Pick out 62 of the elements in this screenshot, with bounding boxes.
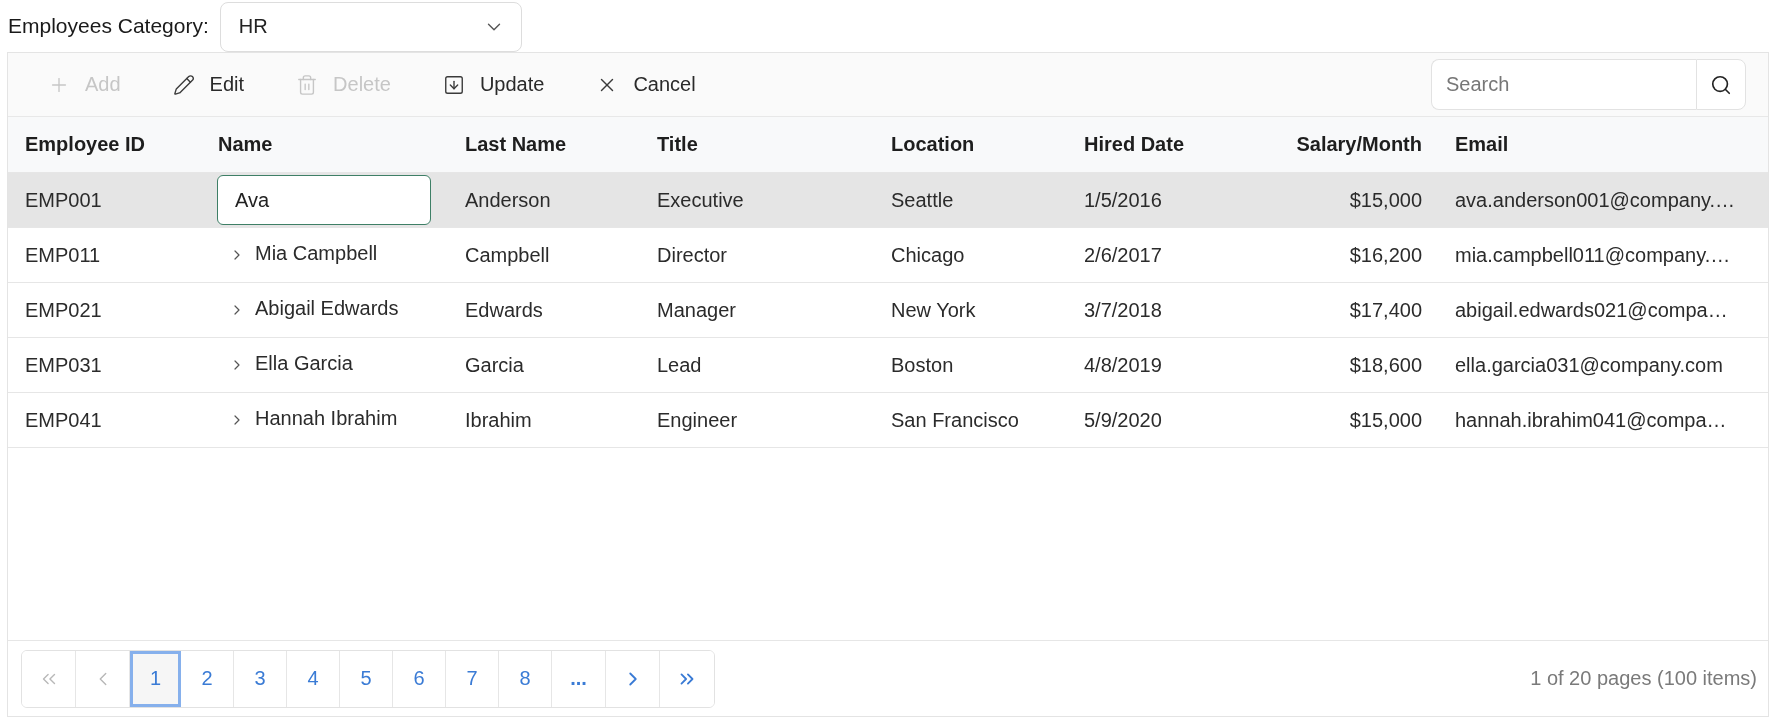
table-cell-text: Executive [656, 187, 745, 213]
employee-name: Mia Campbell [255, 241, 378, 265]
table-cell-text: EMP001 [24, 187, 103, 213]
table-cell-text: $15,000 [1348, 187, 1423, 213]
table-cell-text: EMP041 [24, 407, 103, 433]
table-cell-text: ella.garcia031@company.com [1454, 352, 1724, 378]
employee-name: Ella Garcia [255, 351, 353, 375]
table-cell-text: Ibrahim [464, 407, 533, 433]
pencil-icon [172, 73, 195, 96]
column-header[interactable]: Last Name [448, 117, 640, 172]
table-cell-text: Campbell [464, 242, 551, 268]
column-header[interactable]: Email [1438, 117, 1768, 172]
edit-button[interactable]: Edit [146, 62, 271, 107]
search-field[interactable]: Search [1431, 59, 1696, 110]
employee-name: Abigail Edwards [255, 296, 399, 320]
table-cell-text: New York [890, 297, 977, 323]
employee-name: Hannah Ibrahim [255, 406, 398, 430]
table-cell-text: Chicago [890, 242, 966, 268]
table-cell-text: Manager [656, 297, 737, 323]
column-header[interactable]: Employee ID [8, 117, 201, 172]
table-cell-text: abigail.edwards021@compa… [1454, 297, 1729, 323]
table-cell-text: $18,600 [1348, 352, 1423, 378]
table-cell-text: Anderson [464, 187, 552, 213]
table-cell-text: Boston [890, 352, 955, 378]
square-arrow-down-icon [442, 73, 465, 96]
table-cell-text: 3/7/2018 [1083, 297, 1163, 323]
table-cell-text: $17,400 [1348, 297, 1423, 323]
table-cell-text: hannah.ibrahim041@compa… [1454, 407, 1728, 433]
table-cell-text: Seattle [890, 187, 955, 213]
search-icon [1710, 73, 1732, 96]
trash-icon [296, 73, 319, 96]
category-dropdown[interactable]: HR [219, 1, 522, 52]
table-cell-text: EMP021 [24, 297, 103, 323]
page-button[interactable]: 1 [130, 650, 181, 707]
table-cell-text: Garcia [464, 352, 525, 378]
table-cell-text: 1/5/2016 [1083, 187, 1163, 213]
table-cell-text: EMP011 [24, 242, 102, 268]
filter-label: Employees Category: [8, 14, 209, 38]
column-header[interactable]: Location [874, 117, 1067, 172]
table-cell-text: San Francisco [890, 407, 1020, 433]
table-cell-text: 2/6/2017 [1083, 242, 1163, 268]
column-header[interactable]: Salary/Month [1250, 117, 1438, 172]
table-cell-text: ava.anderson001@company.… [1454, 187, 1737, 213]
table-cell-text: $15,000 [1348, 407, 1423, 433]
table-cell-text: $16,200 [1348, 242, 1423, 268]
name-input[interactable]: Ava [217, 175, 431, 225]
table-cell-text: Director [656, 242, 728, 268]
table-cell-text: mia.campbell011@company.… [1454, 242, 1732, 268]
table-cell-text: 4/8/2019 [1083, 352, 1163, 378]
update-button[interactable]: Update [416, 62, 571, 107]
search-button[interactable] [1696, 59, 1746, 110]
table-row[interactable]: EMP001 Ava Anderson Executive Seattle 1/5/2016 $15,000 ava.anderson001@company.… [8, 173, 1768, 228]
column-header[interactable]: Hired Date [1067, 117, 1250, 172]
cancel-button[interactable]: Cancel [570, 62, 722, 107]
table-cell-text: Edwards [464, 297, 544, 323]
table-cell-text: 5/9/2020 [1083, 407, 1163, 433]
column-header[interactable]: Title [640, 117, 874, 172]
table-cell-text: Engineer [656, 407, 739, 433]
table-cell-text: Lead [656, 352, 703, 378]
pager-info: 1 of 20 pages (100 items) [1530, 667, 1757, 690]
table-cell-text: EMP031 [24, 352, 103, 378]
column-header[interactable]: Name [201, 117, 448, 172]
